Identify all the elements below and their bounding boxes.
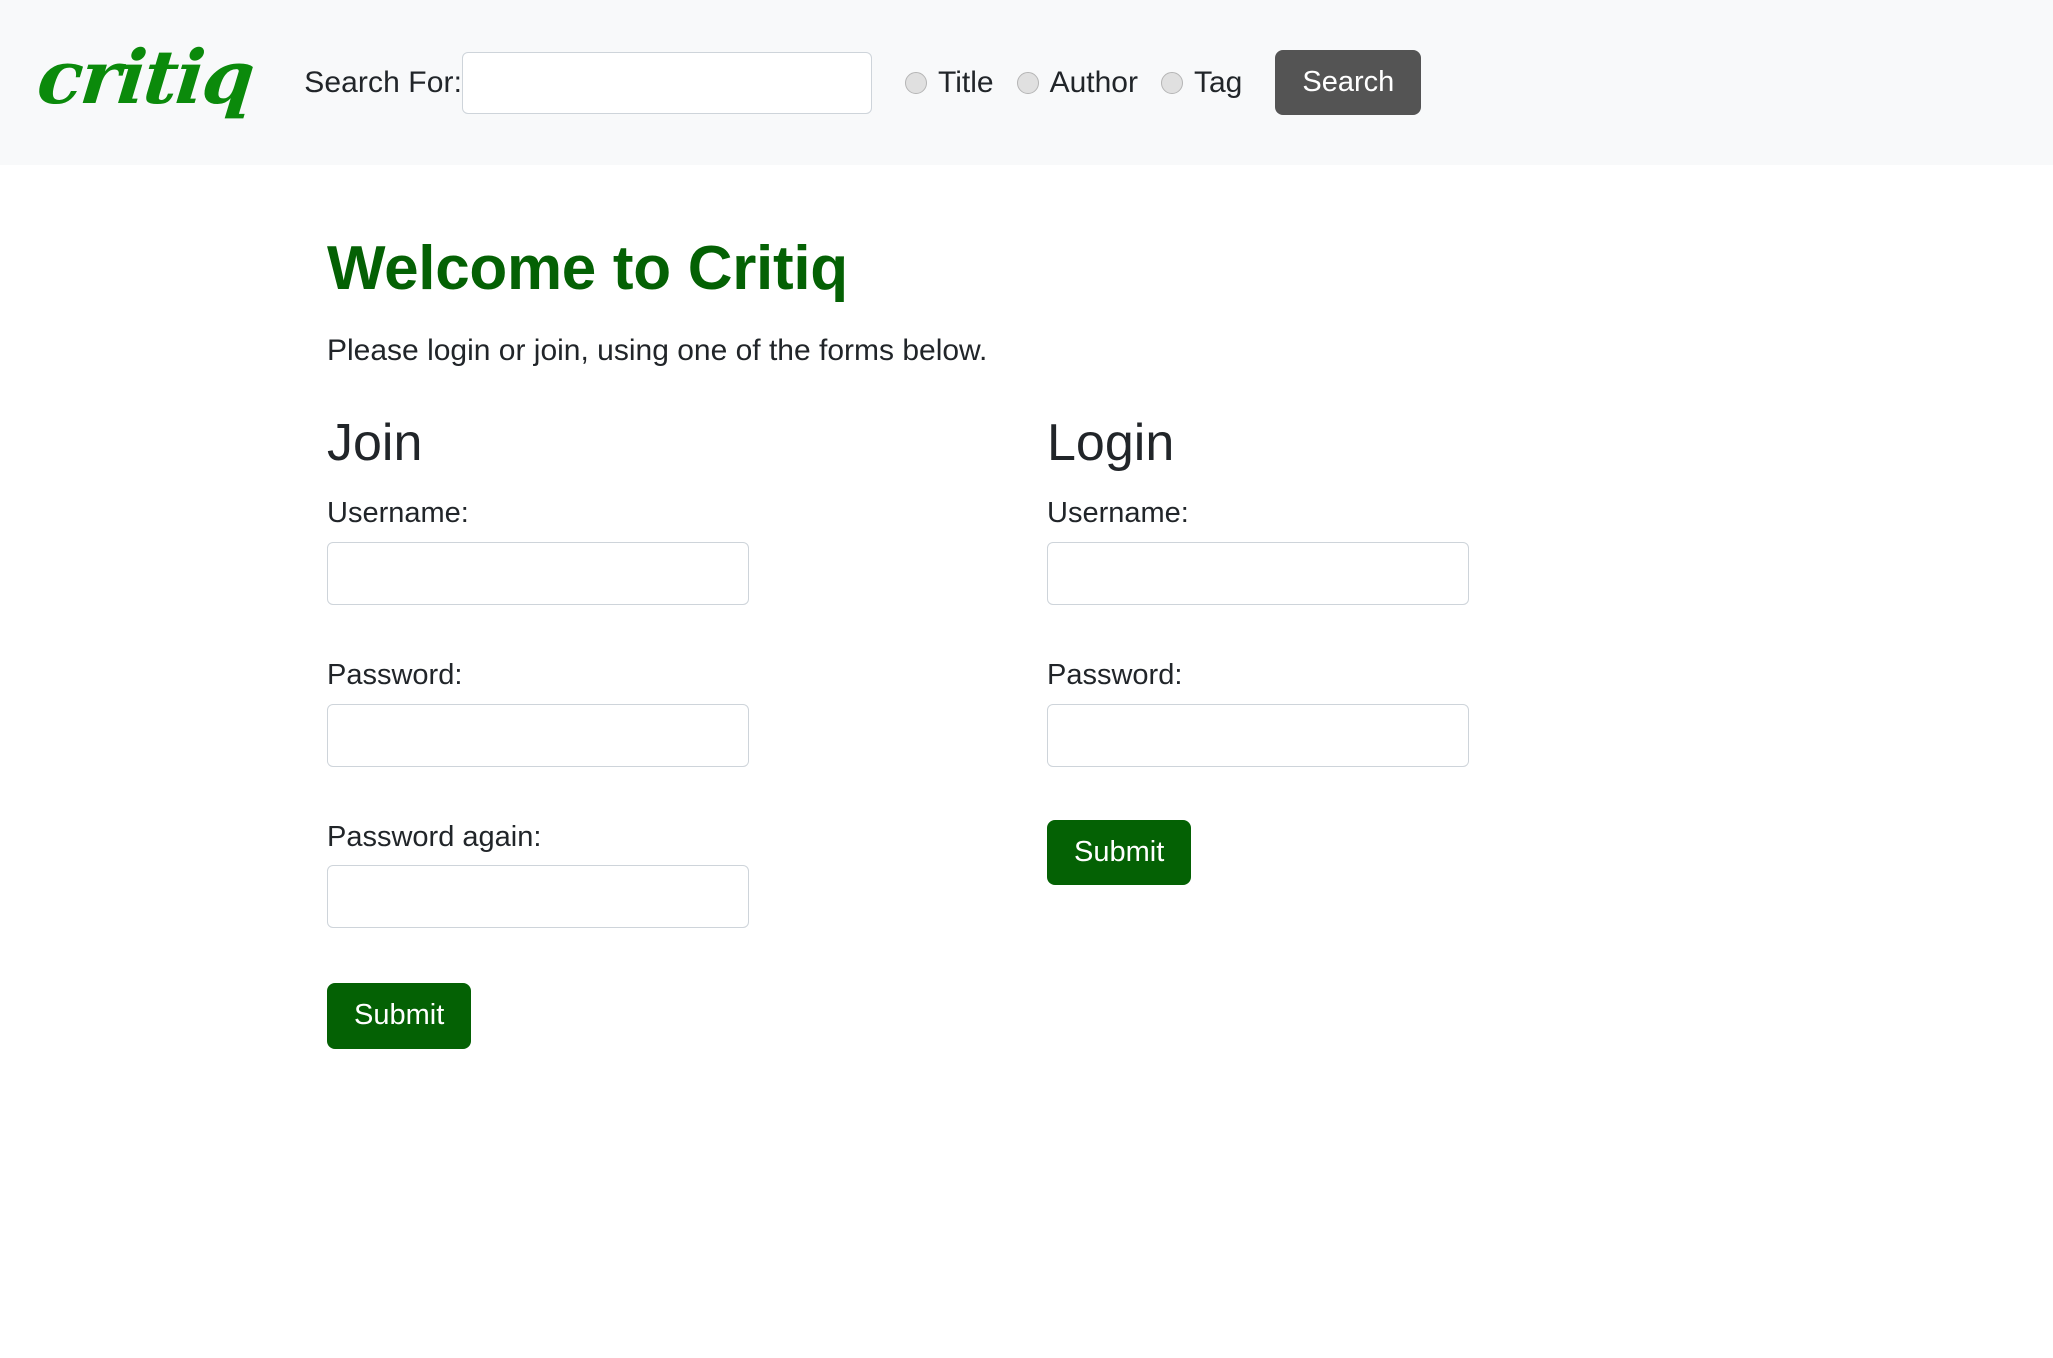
radio-circle-icon[interactable] bbox=[905, 71, 928, 94]
join-submit-button[interactable]: Submit bbox=[327, 983, 472, 1049]
critiq-logo[interactable]: critiq bbox=[34, 35, 257, 121]
radio-label-tag: Tag bbox=[1193, 65, 1243, 99]
radio-circle-icon[interactable] bbox=[1160, 71, 1183, 94]
login-password-label: Password: bbox=[1047, 658, 1183, 691]
top-navbar: critiq Search For: Title Author Tag Sear… bbox=[0, 0, 2053, 165]
join-heading: Join bbox=[327, 414, 423, 473]
page-subtitle: Please login or join, using one of the f… bbox=[327, 334, 988, 368]
join-password-again-label: Password again: bbox=[327, 820, 542, 853]
join-username-input[interactable] bbox=[327, 541, 749, 605]
login-username-label: Username: bbox=[1047, 496, 1189, 529]
login-password-input[interactable] bbox=[1047, 703, 1469, 767]
login-submit-button[interactable]: Submit bbox=[1047, 819, 1192, 885]
login-form: Login Username: Password: Submit bbox=[1047, 414, 1469, 885]
radio-circle-icon[interactable] bbox=[1016, 71, 1039, 94]
radio-label-author: Author bbox=[1049, 65, 1138, 99]
login-username-input[interactable] bbox=[1047, 541, 1469, 605]
search-scope-radio-group: Title Author Tag bbox=[905, 66, 1242, 100]
radio-option-title[interactable]: Title bbox=[905, 66, 994, 100]
join-form: Join Username: Password: Password again:… bbox=[327, 414, 749, 1049]
forms-row: Join Username: Password: Password again:… bbox=[327, 414, 2053, 1049]
main-content: Welcome to Critiq Please login or join, … bbox=[0, 165, 2053, 1049]
join-password-again-input[interactable] bbox=[327, 865, 749, 929]
login-heading: Login bbox=[1047, 414, 1175, 473]
radio-option-tag[interactable]: Tag bbox=[1160, 65, 1243, 100]
radio-label-title: Title bbox=[938, 65, 994, 99]
page-title: Welcome to Critiq bbox=[327, 234, 848, 303]
search-for-label: Search For: bbox=[304, 65, 463, 99]
join-username-label: Username: bbox=[327, 496, 469, 529]
search-button[interactable]: Search bbox=[1275, 49, 1422, 116]
search-input[interactable] bbox=[462, 51, 873, 114]
radio-option-author[interactable]: Author bbox=[1016, 65, 1138, 100]
join-password-input[interactable] bbox=[327, 703, 749, 767]
join-password-label: Password: bbox=[327, 658, 463, 691]
